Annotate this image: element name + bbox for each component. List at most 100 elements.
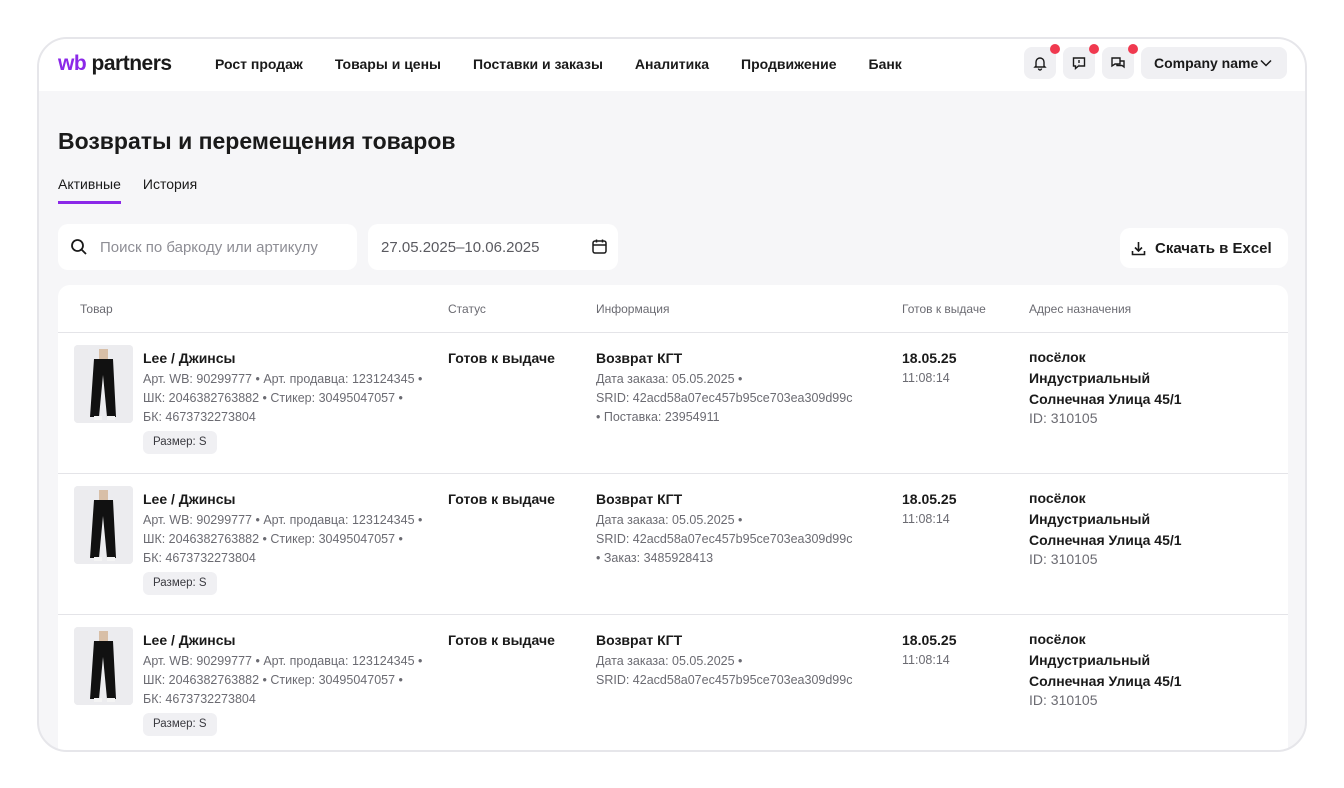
ready-time: 11:08:14 — [902, 512, 950, 526]
address-line: Индустриальный — [1029, 370, 1151, 386]
app-window: wb partners Рост продаж Товары и цены По… — [37, 37, 1307, 752]
address-line: Солнечная Улица 45/1 — [1029, 391, 1182, 407]
ready-time: 11:08:14 — [902, 371, 950, 385]
ready-date: 18.05.25 — [902, 350, 957, 366]
address: посёлок Индустриальный Солнечная Улица 4… — [1029, 488, 1182, 551]
logo[interactable]: wb partners — [58, 52, 172, 76]
returns-table: Товар Статус Информация Готов к выдаче А… — [58, 285, 1288, 750]
tab-active[interactable]: Активные — [58, 176, 121, 204]
search-icon — [71, 239, 87, 255]
address-id: ID: 310105 — [1029, 410, 1098, 426]
ready-time: 11:08:14 — [902, 653, 950, 667]
product-meta: ШК: 2046382763882 • Стикер: 30495047057 … — [143, 532, 403, 546]
download-excel-label: Скачать в Excel — [1155, 239, 1272, 257]
size-chip: Размер: S — [143, 572, 217, 595]
nav-item-analytics[interactable]: Аналитика — [635, 56, 709, 72]
info-title: Возврат КГТ — [596, 632, 683, 648]
address-line: Индустриальный — [1029, 511, 1151, 527]
date-range-picker[interactable]: 27.05.2025–10.06.2025 — [368, 224, 618, 270]
notification-badge — [1050, 44, 1060, 54]
info-line: Дата заказа: 05.05.2025 • — [596, 372, 743, 386]
feedback-badge — [1089, 44, 1099, 54]
search-box — [58, 224, 357, 270]
page-title: Возвраты и перемещения товаров — [58, 128, 456, 154]
chat-icon — [1111, 57, 1125, 69]
column-address: Адрес назначения — [1029, 302, 1132, 316]
nav-item-promotion[interactable]: Продвижение — [741, 56, 836, 72]
column-product: Товар — [80, 302, 113, 316]
product-meta: ШК: 2046382763882 • Стикер: 30495047057 … — [143, 673, 403, 687]
address-line: посёлок — [1029, 631, 1086, 647]
column-ready-date: Готов к выдаче — [902, 302, 986, 316]
table-row[interactable]: Lee / Джинсы Арт. WB: 90299777 • Арт. пр… — [58, 615, 1288, 750]
company-name: Company name — [1154, 55, 1259, 71]
info-line: • Поставка: 23954911 — [596, 410, 720, 424]
download-icon — [1131, 241, 1146, 255]
info-line: SRID: 42acd58a07ec457b95ce703ea309d99c — [596, 673, 853, 687]
product-meta: ШК: 2046382763882 • Стикер: 30495047057 … — [143, 391, 403, 405]
chat-badge — [1128, 44, 1138, 54]
chat-button[interactable] — [1102, 44, 1138, 79]
bell-icon — [1033, 57, 1047, 71]
logo-partners: partners — [91, 52, 173, 75]
product-meta: БК: 4673732273804 — [143, 410, 256, 424]
tab-history[interactable]: История — [143, 176, 197, 204]
download-excel-button[interactable]: Скачать в Excel — [1120, 228, 1288, 268]
product-meta: БК: 4673732273804 — [143, 551, 256, 565]
address-line: Солнечная Улица 45/1 — [1029, 532, 1182, 548]
feedback-icon — [1072, 57, 1086, 70]
product-meta: Арт. WB: 90299777 • Арт. продавца: 12312… — [143, 654, 423, 668]
feedback-button[interactable] — [1063, 44, 1099, 79]
address: посёлок Индустриальный Солнечная Улица 4… — [1029, 629, 1182, 692]
product-meta: Арт. WB: 90299777 • Арт. продавца: 12312… — [143, 372, 423, 386]
address-line: посёлок — [1029, 490, 1086, 506]
info-title: Возврат КГТ — [596, 491, 683, 507]
address-line: Индустриальный — [1029, 652, 1151, 668]
chevron-down-icon — [1260, 59, 1272, 67]
info-line: • Заказ: 3485928413 — [596, 551, 714, 565]
column-info: Информация — [596, 302, 670, 316]
nav-item-bank[interactable]: Банк — [869, 56, 902, 72]
address-line: Солнечная Улица 45/1 — [1029, 673, 1182, 689]
date-range-value: 27.05.2025–10.06.2025 — [381, 238, 540, 256]
tabs: Активные История — [58, 176, 219, 204]
top-bar: wb partners Рост продаж Товары и цены По… — [39, 39, 1305, 91]
product-name[interactable]: Lee / Джинсы — [143, 491, 236, 507]
status-text: Готов к выдаче — [448, 632, 555, 648]
info-line: SRID: 42acd58a07ec457b95ce703ea309d99c — [596, 532, 853, 546]
info-line: Дата заказа: 05.05.2025 • — [596, 513, 743, 527]
notifications-button[interactable] — [1024, 44, 1060, 79]
ready-date: 18.05.25 — [902, 491, 957, 507]
product-image — [74, 627, 133, 705]
nav-item-sales-growth[interactable]: Рост продаж — [215, 56, 303, 72]
company-selector[interactable]: Company name — [1141, 47, 1287, 79]
table-header: Товар Статус Информация Готов к выдаче А… — [58, 285, 1288, 333]
info-line: Дата заказа: 05.05.2025 • — [596, 654, 743, 668]
size-chip: Размер: S — [143, 713, 217, 736]
info-title: Возврат КГТ — [596, 350, 683, 366]
product-image — [74, 345, 133, 423]
product-name[interactable]: Lee / Джинсы — [143, 350, 236, 366]
address-id: ID: 310105 — [1029, 551, 1098, 567]
product-name[interactable]: Lee / Джинсы — [143, 632, 236, 648]
product-image — [74, 486, 133, 564]
size-chip: Размер: S — [143, 431, 217, 454]
table-row[interactable]: Lee / Джинсы Арт. WB: 90299777 • Арт. пр… — [58, 474, 1288, 615]
search-input[interactable] — [100, 238, 350, 256]
status-text: Готов к выдаче — [448, 350, 555, 366]
product-meta: БК: 4673732273804 — [143, 692, 256, 706]
ready-date: 18.05.25 — [902, 632, 957, 648]
address-line: посёлок — [1029, 349, 1086, 365]
nav-item-products-prices[interactable]: Товары и цены — [335, 56, 441, 72]
main-nav: Рост продаж Товары и цены Поставки и зак… — [215, 56, 934, 72]
column-status: Статус — [448, 302, 486, 316]
nav-item-supplies-orders[interactable]: Поставки и заказы — [473, 56, 603, 72]
logo-wb: wb — [58, 52, 87, 75]
address: посёлок Индустриальный Солнечная Улица 4… — [1029, 347, 1182, 410]
product-meta: Арт. WB: 90299777 • Арт. продавца: 12312… — [143, 513, 423, 527]
table-row[interactable]: Lee / Джинсы Арт. WB: 90299777 • Арт. пр… — [58, 333, 1288, 474]
info-line: SRID: 42acd58a07ec457b95ce703ea309d99c — [596, 391, 853, 405]
calendar-icon — [592, 239, 607, 254]
status-text: Готов к выдаче — [448, 491, 555, 507]
address-id: ID: 310105 — [1029, 692, 1098, 708]
